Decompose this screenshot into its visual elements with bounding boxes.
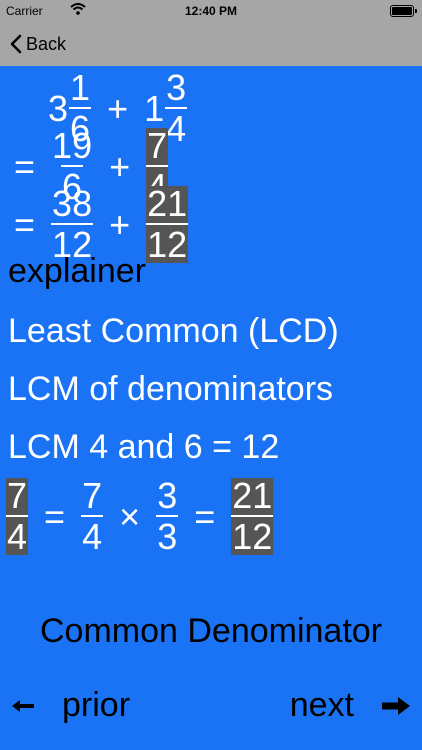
prior-label: prior <box>62 686 131 724</box>
fraction: 33 <box>156 475 179 557</box>
next-button[interactable]: next <box>290 686 412 725</box>
highlighted-fraction: 21 12 <box>146 183 189 265</box>
pager: prior next <box>0 678 422 728</box>
plus-sign: + <box>109 203 131 245</box>
plus-sign: + <box>107 87 129 129</box>
plus-sign: + <box>109 145 131 187</box>
conversion-expression: 74 = 74 × 33 = 21 12 <box>6 475 274 557</box>
equals-sign: = <box>194 495 216 537</box>
lesson-content: 316 + 134 = 196 + 74 = 3812 + 2112 expla… <box>0 66 422 750</box>
explain-line-lcm: LCM of denominators <box>8 370 334 408</box>
numerator: 21 <box>232 475 273 516</box>
battery-icon <box>390 5 417 17</box>
numerator: 38 <box>52 183 93 224</box>
mixed-b-whole: 1 <box>144 87 165 129</box>
denominator: 4 <box>6 515 29 557</box>
denominator: 3 <box>156 515 179 557</box>
equals-sign: = <box>14 203 36 245</box>
status-time: 12:40 PM <box>184 4 238 18</box>
prior-button[interactable]: prior <box>10 686 130 725</box>
numerator: 3 <box>166 67 187 108</box>
explain-line-lcd: Least Common (LCD) <box>8 312 339 350</box>
chevron-left-icon <box>10 34 22 54</box>
numerator: 7 <box>7 475 28 516</box>
back-button[interactable]: Back <box>10 32 66 56</box>
times-sign: × <box>119 495 141 537</box>
explainer-heading: explainer <box>8 252 146 290</box>
numerator: 7 <box>82 475 103 516</box>
lesson-title: Common Denominator <box>39 612 383 650</box>
left-arrow-icon <box>12 699 34 712</box>
denominator: 4 <box>81 515 104 557</box>
fraction: 74 <box>81 475 104 557</box>
highlighted-fraction: 21 12 <box>231 475 274 557</box>
mixed-a-whole: 3 <box>48 87 69 129</box>
status-bar: Carrier 12:40 PM <box>0 0 422 22</box>
navigation-bar: Carrier 12:40 PM Back <box>0 0 422 66</box>
fraction: 34 <box>165 67 188 149</box>
equals-sign: = <box>14 145 36 187</box>
explain-line-lcm-value: LCM 4 and 6 = 12 <box>8 428 280 466</box>
denominator: 12 <box>231 515 274 557</box>
back-button-label: Back <box>26 33 67 54</box>
next-label: next <box>289 686 354 724</box>
numerator: 7 <box>147 125 168 166</box>
highlighted-fraction: 74 <box>6 475 29 557</box>
equals-sign: = <box>44 495 66 537</box>
numerator: 1 <box>70 67 91 108</box>
numerator: 3 <box>157 475 178 516</box>
denominator: 12 <box>146 223 189 265</box>
denominator: 4 <box>165 107 188 149</box>
right-arrow-icon <box>382 696 410 715</box>
numerator: 21 <box>147 183 188 224</box>
numerator: 19 <box>52 125 93 166</box>
